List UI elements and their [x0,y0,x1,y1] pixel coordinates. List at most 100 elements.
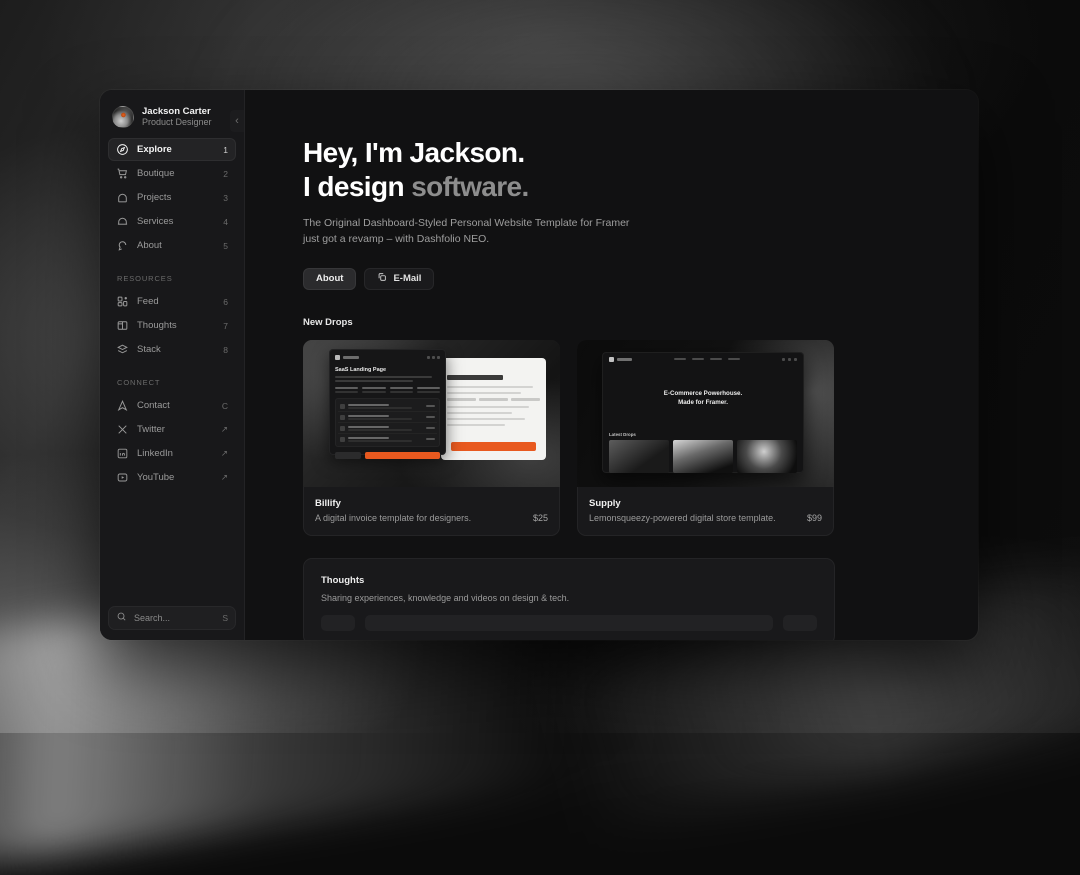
compass-send-icon [116,399,129,412]
sidebar-item-label: Boutique [137,168,215,179]
sidebar-item-label: LinkedIn [137,448,213,459]
product-thumbnail: E-Commerce Powerhouse. Made for Framer. … [577,340,834,487]
list-item[interactable] [365,615,773,631]
resources-nav: Feed 6 Thoughts 7 Stack 8 [108,290,236,361]
sidebar-item-shortcut: ↗ [221,472,228,483]
mockup-dark-preview: SaaS Landing Page [329,349,446,455]
mockup-section-label: Latest Drops [609,432,797,437]
sidebar-item-projects[interactable]: Projects 3 [108,186,236,209]
product-price: $25 [533,513,548,523]
product-title: Billify [315,498,471,509]
new-drops-heading: New Drops [303,317,880,328]
sidebar-item-shortcut: 6 [223,297,228,307]
hero-actions: About E-Mail [303,268,880,290]
sidebar-item-shortcut: ↗ [221,448,228,459]
sidebar-item-stack[interactable]: Stack 8 [108,338,236,361]
profile-role: Product Designer [142,117,212,128]
product-thumbnail: SaaS Landing Page [303,340,560,487]
sidebar-item-twitter[interactable]: Twitter ↗ [108,418,236,441]
list-item[interactable] [783,615,817,631]
product-card-supply[interactable]: E-Commerce Powerhouse. Made for Framer. … [577,340,834,536]
mockup-photo-tile [609,440,669,473]
sidebar-item-shortcut: 2 [223,169,228,179]
sidebar-item-label: YouTube [137,472,213,483]
sidebar-item-contact[interactable]: Contact C [108,394,236,417]
sidebar-item-shortcut: 5 [223,241,228,251]
mockup-photo-tile [673,440,733,473]
email-button-label: E-Mail [393,273,421,284]
sidebar-item-shortcut: 7 [223,321,228,331]
page-title: Hey, I'm Jackson. I design software. [303,136,880,203]
mockup-store-preview: E-Commerce Powerhouse. Made for Framer. … [602,352,804,473]
bell-icon [116,215,129,228]
app-window: Jackson Carter Product Designer ‹ Explor… [100,90,978,640]
about-button-label: About [316,273,343,284]
cart-icon [116,167,129,180]
product-description: A digital invoice template for designers… [315,513,471,523]
mockup-light-preview [441,358,546,460]
about-button[interactable]: About [303,268,356,290]
sidebar-item-services[interactable]: Services 4 [108,210,236,233]
sidebar-item-linkedin[interactable]: LinkedIn ↗ [108,442,236,465]
search-placeholder: Search... [134,613,215,623]
product-title: Supply [589,498,776,509]
sidebar-item-label: About [137,240,215,251]
thoughts-item-list [321,615,817,631]
list-item[interactable] [321,615,355,631]
sidebar-item-explore[interactable]: Explore 1 [108,138,236,161]
x-twitter-icon [116,423,129,436]
chat-icon [116,239,129,252]
search-input[interactable]: Search... S [108,606,236,630]
thoughts-title: Thoughts [321,575,817,586]
product-card-billify[interactable]: SaaS Landing Page [303,340,560,536]
mockup-photo-tile [737,440,797,473]
product-card-body: Supply Lemonsqueezy-powered digital stor… [577,487,834,536]
search-icon [116,609,127,627]
compass-icon [116,143,129,156]
book-icon [116,319,129,332]
section-title-resources: RESOURCES [108,274,236,283]
sidebar-item-label: Projects [137,192,215,203]
youtube-icon [116,471,129,484]
product-description: Lemonsqueezy-powered digital store templ… [589,513,776,523]
mockup-heading-line-2: Made for Framer. [602,398,804,408]
profile-name: Jackson Carter [142,106,212,117]
sidebar-item-about[interactable]: About 5 [108,234,236,257]
sidebar-item-label: Services [137,216,215,227]
sidebar: Jackson Carter Product Designer ‹ Explor… [100,90,245,640]
chevron-left-icon: ‹ [235,115,239,127]
main-content: Hey, I'm Jackson. I design software. The… [245,90,978,640]
sidebar-item-shortcut: C [222,401,228,411]
product-price: $99 [807,513,822,523]
sidebar-item-label: Stack [137,344,215,355]
sidebar-item-label: Thoughts [137,320,215,331]
hero-subtitle: The Original Dashboard-Styled Personal W… [303,215,633,248]
sidebar-item-thoughts[interactable]: Thoughts 7 [108,314,236,337]
search-shortcut: S [222,613,228,623]
sidebar-item-shortcut: 1 [223,145,228,155]
layout-icon [116,295,129,308]
sidebar-item-label: Explore [137,144,215,155]
new-drops-card-list: SaaS Landing Page [303,340,880,536]
sidebar-item-label: Contact [137,400,214,411]
mockup-heading: SaaS Landing Page [335,367,440,373]
copy-icon [377,272,387,285]
avatar [112,106,134,128]
hero-line-2-strong: I design [303,171,411,202]
hero-line-1: Hey, I'm Jackson. [303,137,525,168]
sidebar-item-label: Twitter [137,424,213,435]
hero-line-2-muted: software. [411,171,529,202]
mockup-heading-line-1: E-Commerce Powerhouse. [602,389,804,399]
arch-icon [116,191,129,204]
sidebar-item-feed[interactable]: Feed 6 [108,290,236,313]
primary-nav: Explore 1 Boutique 2 Projects 3 [108,138,236,257]
search-section: Search... S [108,606,236,640]
sidebar-item-shortcut: 4 [223,217,228,227]
sidebar-item-boutique[interactable]: Boutique 2 [108,162,236,185]
email-button[interactable]: E-Mail [364,268,434,290]
sidebar-item-youtube[interactable]: YouTube ↗ [108,466,236,489]
sidebar-collapse-button[interactable]: ‹ [230,110,244,132]
section-title-connect: CONNECT [108,378,236,387]
sidebar-item-label: Feed [137,296,215,307]
profile-header[interactable]: Jackson Carter Product Designer [108,100,236,138]
